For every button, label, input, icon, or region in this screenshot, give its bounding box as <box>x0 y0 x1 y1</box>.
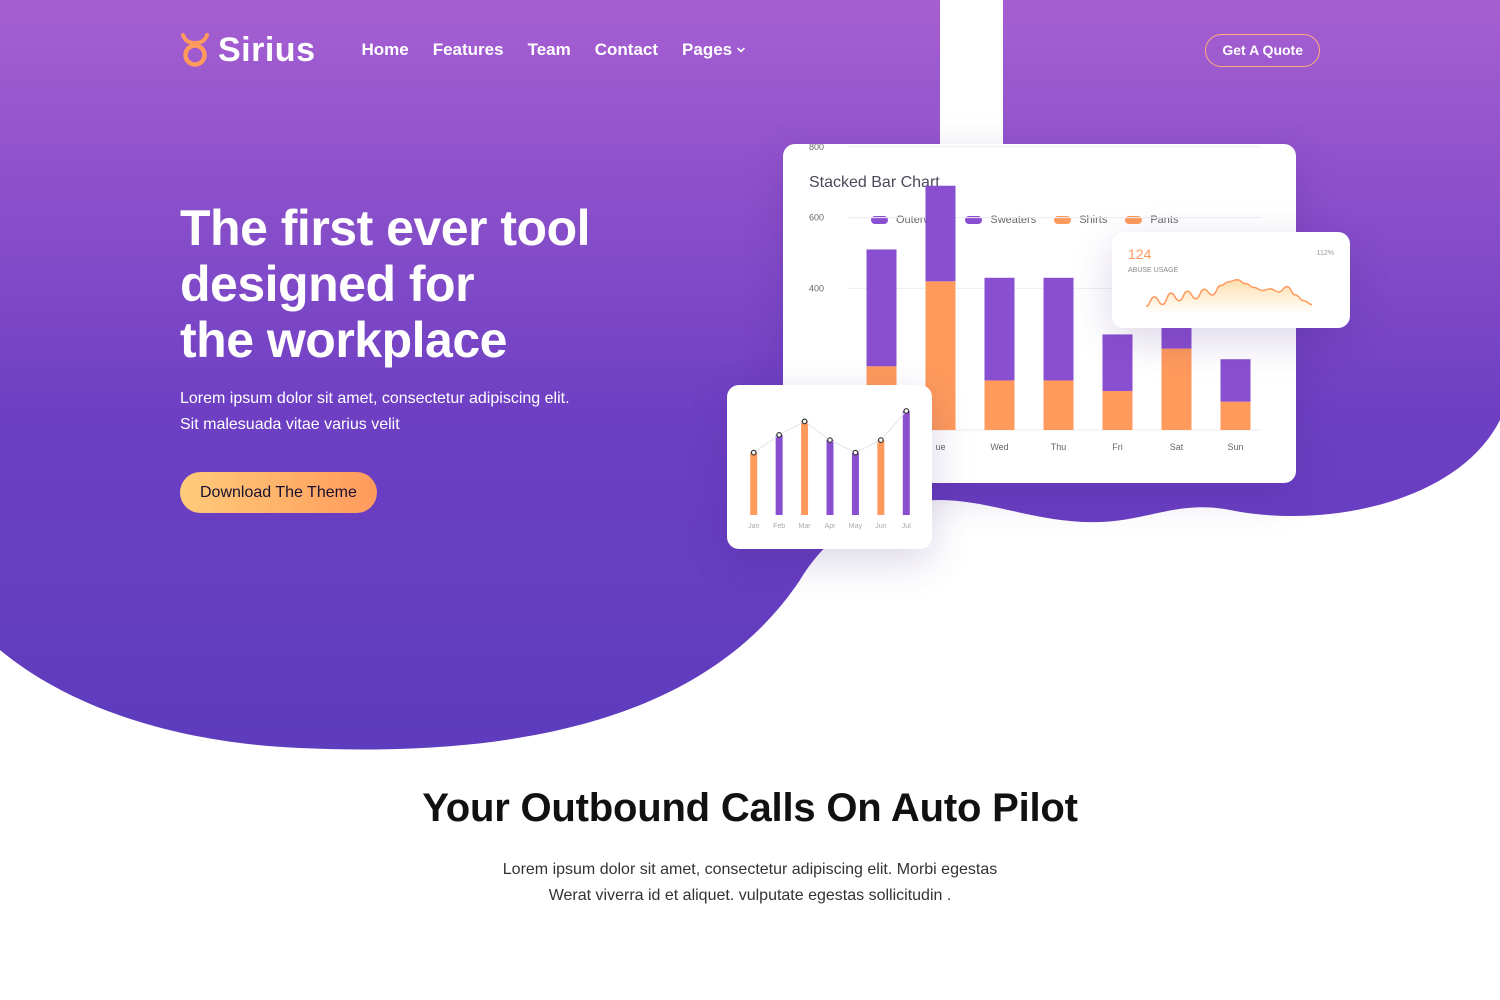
nav-contact[interactable]: Contact <box>595 40 658 60</box>
bar-point <box>877 437 884 444</box>
download-theme-button[interactable]: Download The Theme <box>180 472 377 513</box>
stacked-bar-segment <box>1102 334 1133 392</box>
x-tick-label: Mar <box>799 523 812 530</box>
hero-title-line: the workplace <box>180 312 507 368</box>
line-area-fill <box>1146 279 1312 314</box>
x-tick-label: Sun <box>1227 442 1243 452</box>
section-title: Your Outbound Calls On Auto Pilot <box>422 786 1078 830</box>
nav-team[interactable]: Team <box>528 40 571 60</box>
hero-title-line: The first ever tool <box>180 200 591 256</box>
x-tick-label: Apr <box>825 523 837 530</box>
stacked-bar-segment <box>1161 348 1192 430</box>
get-quote-button[interactable]: Get A Quote <box>1205 33 1320 67</box>
monthly-bar-card: Jan Feb Mar Apr May Jun Jul <box>727 385 932 549</box>
stacked-bar-segment <box>984 380 1015 430</box>
x-tick-label: Jul <box>902 523 911 530</box>
bar-point <box>852 449 859 456</box>
usage-line-chart <box>1145 279 1313 314</box>
bar <box>826 440 834 515</box>
x-tick-label: Fri <box>1112 442 1123 452</box>
bar <box>775 434 783 515</box>
hero-subtitle-line: Sit malesuada vitae varius velit <box>180 416 400 433</box>
section-subtitle-line: Werat viverra id et aliquet. vulputate e… <box>548 887 952 904</box>
x-tick-label: May <box>849 523 863 530</box>
section-subtitle: Lorem ipsum dolor sit amet, consectetur … <box>0 857 1500 909</box>
x-tick-label: Thu <box>1051 442 1067 452</box>
bar <box>750 452 758 515</box>
hero-subtitle: Lorem ipsum dolor sit amet, consectetur … <box>180 386 700 438</box>
bar-point <box>776 432 783 438</box>
hero-section: The first ever tool designed for the wor… <box>180 200 700 513</box>
x-tick-label: Sat <box>1170 442 1184 452</box>
bar-point <box>801 418 808 425</box>
bar-point <box>750 449 757 456</box>
bar <box>902 411 910 515</box>
stacked-bar-segment <box>1102 391 1133 430</box>
bar <box>851 452 859 515</box>
nav-pages[interactable]: Pages <box>682 40 746 60</box>
monthly-bar-chart: Jan Feb Mar Apr May Jun Jul <box>748 408 911 530</box>
y-tick-label: 400 <box>809 283 824 293</box>
bar <box>877 440 885 515</box>
bar-point <box>827 437 833 444</box>
x-tick-label: Jan <box>748 523 759 530</box>
x-tick-label: ue <box>935 442 945 452</box>
nav-pages-label: Pages <box>682 40 733 59</box>
x-tick-label: Feb <box>773 523 785 530</box>
nav-features[interactable]: Features <box>433 40 504 60</box>
top-nav: Sirius Home Features Team Contact Pages … <box>180 28 1320 72</box>
nav-home[interactable]: Home <box>361 40 408 60</box>
bar-point <box>903 408 910 414</box>
stacked-bar-segment <box>866 249 897 367</box>
usage-line-card: 124 ABUSE USAGE 112% <box>1112 232 1350 328</box>
stacked-bar-segment <box>925 185 956 282</box>
hero-title-line: designed for <box>180 256 475 312</box>
hero-subtitle-line: Lorem ipsum dolor sit amet, consectetur … <box>180 390 570 407</box>
chevron-down-icon <box>737 47 745 53</box>
stacked-bar-segment <box>1220 401 1251 430</box>
stacked-bar-segment <box>1220 359 1251 402</box>
hero-title: The first ever tool designed for the wor… <box>180 200 700 368</box>
features-intro: Your Outbound Calls On Auto Pilot Lorem … <box>0 786 1500 909</box>
y-tick-label: 800 <box>809 144 824 152</box>
stacked-bar-segment <box>1043 380 1074 430</box>
brand-logo[interactable]: Sirius <box>180 31 315 70</box>
x-tick-label: Wed <box>990 442 1008 452</box>
bar <box>801 421 809 515</box>
stacked-bar-segment <box>984 277 1015 381</box>
brand-name: Sirius <box>218 30 316 69</box>
taurus-icon <box>181 33 209 67</box>
section-subtitle-line: Lorem ipsum dolor sit amet, consectetur … <box>502 861 998 878</box>
y-tick-label: 600 <box>809 213 824 223</box>
x-tick-label: Jun <box>875 523 886 530</box>
stacked-bar-segment <box>1043 277 1074 381</box>
main-menu: Home Features Team Contact Pages <box>361 40 746 60</box>
